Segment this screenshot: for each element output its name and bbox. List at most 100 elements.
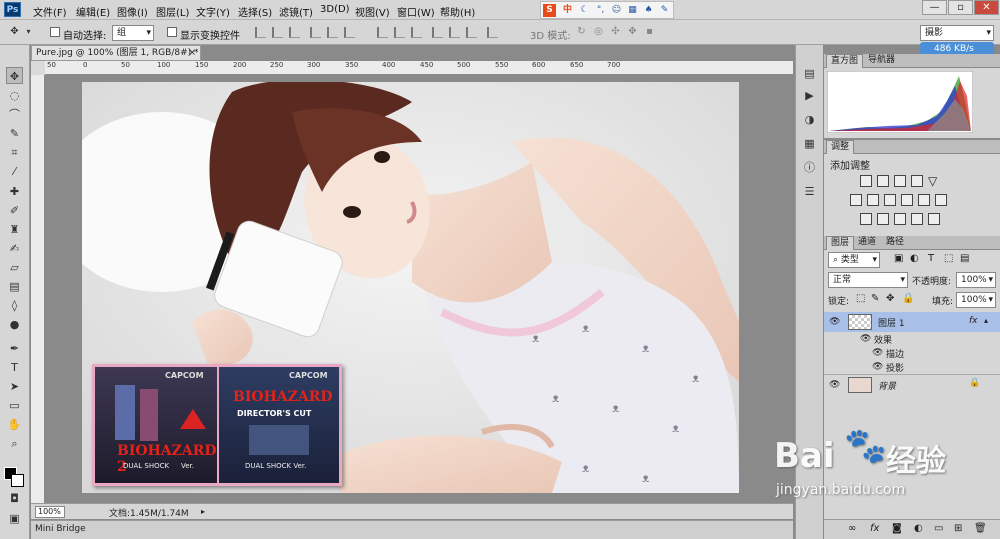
auto-align-icon[interactable] xyxy=(487,27,498,38)
marquee-tool-icon[interactable]: ◌ xyxy=(6,87,23,104)
type-tool-icon[interactable]: T xyxy=(6,359,23,376)
vibrance-icon[interactable]: ▽ xyxy=(928,175,940,187)
quick-mask-icon[interactable]: ◘ xyxy=(6,490,23,507)
color-lookup-icon[interactable] xyxy=(935,194,947,206)
lock-pixels-icon[interactable]: ✎ xyxy=(871,293,879,304)
show-transform-checkbox[interactable] xyxy=(167,27,177,37)
shape-tool-icon[interactable]: ▭ xyxy=(6,397,23,414)
hue-saturation-icon[interactable] xyxy=(850,194,862,206)
menu-image[interactable]: 图像(I) xyxy=(117,4,148,19)
layer-name[interactable]: 图层 1 xyxy=(878,316,905,329)
workspace-dropdown[interactable]: 摄影 xyxy=(920,25,994,41)
close-tab-icon[interactable]: × xyxy=(188,46,196,60)
align-vcenter-icon[interactable] xyxy=(272,27,283,38)
distribute-left-icon[interactable] xyxy=(432,27,443,38)
color-panel-icon[interactable]: ◑ xyxy=(801,111,818,128)
slide-3d-icon[interactable]: ✥ xyxy=(626,25,639,38)
mini-bridge-tab[interactable]: Mini Bridge xyxy=(35,524,86,534)
add-style-icon[interactable]: fx xyxy=(870,523,879,534)
dodge-tool-icon[interactable]: ● xyxy=(6,316,23,333)
menu-file[interactable]: 文件(F) xyxy=(33,4,67,19)
sogou-icon[interactable]: S xyxy=(543,4,556,17)
crop-tool-icon[interactable]: ⌗ xyxy=(6,144,23,161)
menu-view[interactable]: 视图(V) xyxy=(355,4,390,19)
effect-shadow-row[interactable]: 👁 投影 xyxy=(824,360,1000,374)
black-white-icon[interactable] xyxy=(884,194,896,206)
align-hcenter-icon[interactable] xyxy=(327,27,338,38)
new-layer-icon[interactable]: ⊞ xyxy=(954,523,962,534)
scale-3d-icon[interactable]: ▪ xyxy=(643,25,656,38)
eraser-tool-icon[interactable]: ▱ xyxy=(6,259,23,276)
align-bottom-icon[interactable] xyxy=(289,27,300,38)
move-tool-icon[interactable]: ✥ xyxy=(6,67,23,84)
tab-histogram[interactable]: 直方图 xyxy=(826,54,864,68)
lock-position-icon[interactable]: ✥ xyxy=(886,293,894,304)
punctuation-icon[interactable]: °, xyxy=(594,4,607,17)
filter-smart-icon[interactable]: ▤ xyxy=(960,253,969,264)
menu-filter[interactable]: 滤镜(T) xyxy=(279,4,313,19)
shirt-icon[interactable]: ♠ xyxy=(642,4,655,17)
visibility-eye-icon[interactable]: 👁 xyxy=(829,317,840,327)
menu-edit[interactable]: 编辑(E) xyxy=(76,4,110,19)
filter-pixel-icon[interactable]: ▣ xyxy=(894,253,903,264)
menu-window[interactable]: 窗口(W) xyxy=(397,4,435,19)
photo-filter-icon[interactable] xyxy=(901,194,913,206)
menu-type[interactable]: 文字(Y) xyxy=(196,4,230,19)
blur-tool-icon[interactable]: ◊ xyxy=(6,297,23,314)
distribute-bottom-icon[interactable] xyxy=(411,27,422,38)
levels-icon[interactable] xyxy=(877,175,889,187)
auto-select-dropdown[interactable]: 组 xyxy=(112,25,154,41)
curves-icon[interactable] xyxy=(894,175,906,187)
blend-mode-dropdown[interactable]: 正常 xyxy=(828,272,908,288)
tab-layers[interactable]: 图层 xyxy=(826,236,855,250)
lock-transparent-icon[interactable]: ⬚ xyxy=(856,293,865,304)
info-panel-icon[interactable]: ⓘ xyxy=(801,159,818,176)
layer-row-1[interactable]: 👁 图层 1 fx ▴ xyxy=(824,312,1000,332)
pen-tool-icon[interactable]: ✒ xyxy=(6,340,23,357)
path-select-icon[interactable]: ➤ xyxy=(6,378,23,395)
tab-channels[interactable]: 通道 xyxy=(854,236,880,250)
roll-3d-icon[interactable]: ◎ xyxy=(592,25,605,38)
gradient-map-icon[interactable] xyxy=(911,213,923,225)
distribute-vcenter-icon[interactable] xyxy=(394,27,405,38)
brush-tool-icon[interactable]: ✐ xyxy=(6,202,23,219)
eyedropper-tool-icon[interactable]: ⁄ xyxy=(6,163,23,180)
chevron-down-icon[interactable]: ▾ xyxy=(22,25,35,38)
add-mask-icon[interactable]: ◙ xyxy=(892,523,902,534)
align-right-icon[interactable] xyxy=(344,27,355,38)
filter-type-icon[interactable]: T xyxy=(928,253,934,264)
filter-shape-icon[interactable]: ⬚ xyxy=(944,253,953,264)
distribute-hcenter-icon[interactable] xyxy=(449,27,460,38)
visibility-eye-icon[interactable]: 👁 xyxy=(829,380,840,390)
menu-3d[interactable]: 3D(D) xyxy=(320,4,350,15)
opacity-field[interactable]: 100% xyxy=(956,272,996,288)
posterize-icon[interactable] xyxy=(877,213,889,225)
zoom-tool-icon[interactable]: ⌕ xyxy=(6,435,23,452)
actions-panel-icon[interactable]: ▶ xyxy=(801,87,818,104)
screen-mode-icon[interactable]: ▣ xyxy=(6,510,23,527)
keyboard-icon[interactable]: ▦ xyxy=(626,4,639,17)
zoom-field[interactable]: 100% xyxy=(35,506,65,518)
history-panel-icon[interactable]: ▤ xyxy=(801,65,818,82)
exposure-icon[interactable] xyxy=(911,175,923,187)
hand-tool-icon[interactable]: ✋ xyxy=(6,416,23,433)
restore-button[interactable]: ▫ xyxy=(948,0,973,15)
expand-arrow-icon[interactable]: ▴ xyxy=(984,316,988,325)
filter-adjust-icon[interactable]: ◐ xyxy=(910,253,919,264)
menu-help[interactable]: 帮助(H) xyxy=(440,4,475,19)
image-canvas[interactable]: ᴥ ᴥ ᴥ ᴥ ᴥ ᴥ ᴥ ᴥ ᴥ CAPCOM BIOHAZARD 2 DUA… xyxy=(82,82,739,493)
drag-3d-icon[interactable]: ✣ xyxy=(609,25,622,38)
move-tool-preset-icon[interactable]: ✥ xyxy=(8,25,21,38)
smile-icon[interactable]: ☺ xyxy=(610,4,623,17)
moon-icon[interactable]: ☾ xyxy=(578,4,591,17)
fx-icon[interactable]: fx xyxy=(969,316,978,326)
properties-panel-icon[interactable]: ☰ xyxy=(801,183,818,200)
document-info[interactable]: 文档:1.45M/1.74M xyxy=(109,506,189,519)
minimize-button[interactable]: — xyxy=(922,0,947,15)
threshold-icon[interactable] xyxy=(894,213,906,225)
visibility-eye-icon[interactable]: 👁 xyxy=(860,334,871,344)
delete-layer-icon[interactable]: 🗑 xyxy=(974,523,987,534)
distribute-right-icon[interactable] xyxy=(466,27,477,38)
history-brush-icon[interactable]: ✍ xyxy=(6,240,23,257)
gradient-tool-icon[interactable]: ▤ xyxy=(6,278,23,295)
